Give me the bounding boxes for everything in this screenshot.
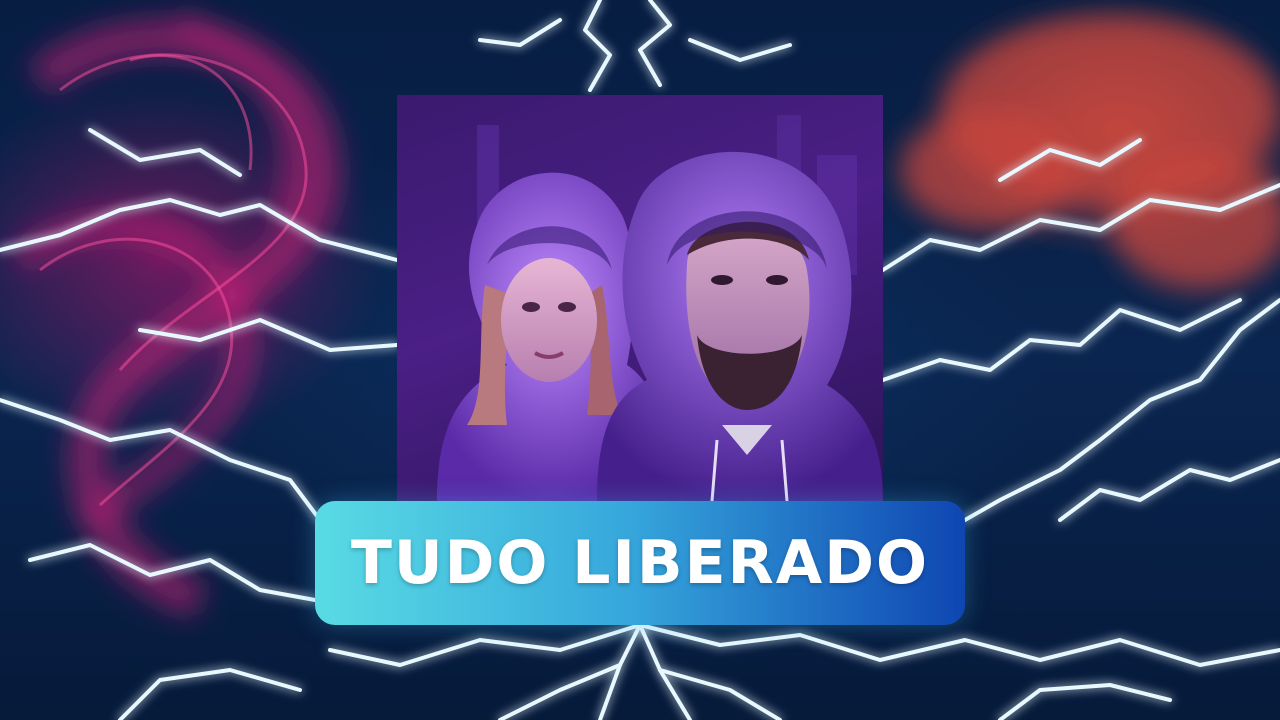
thumbnail-canvas: TUDO LIBERADO <box>0 0 1280 720</box>
hooded-duo-illustration <box>397 95 883 501</box>
headline-banner: TUDO LIBERADO <box>315 501 965 625</box>
headline-text: TUDO LIBERADO <box>350 528 930 598</box>
pink-smoke <box>11 11 341 619</box>
orange-smoke <box>900 15 1280 290</box>
